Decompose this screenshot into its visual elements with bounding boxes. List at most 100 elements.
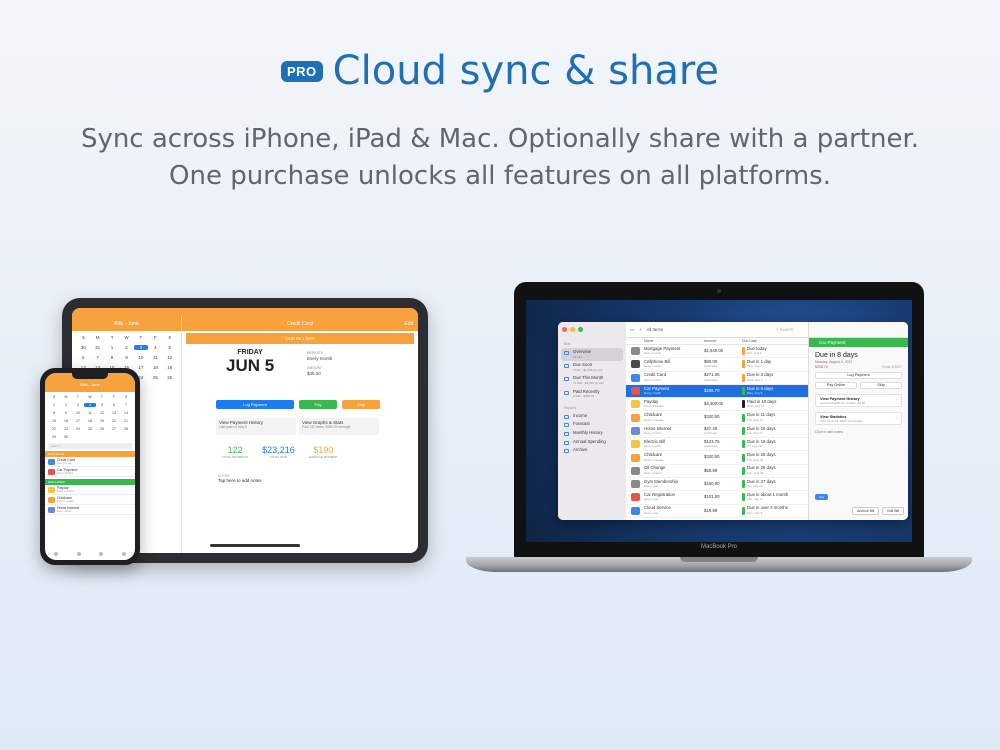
tab-icon[interactable] (54, 552, 59, 556)
tab-icon[interactable] (121, 552, 126, 556)
calendar-day[interactable]: 25 (148, 375, 162, 380)
calendar-day[interactable]: 29 (48, 435, 60, 439)
calendar-day[interactable]: 6 (108, 403, 120, 407)
add-icon[interactable]: + (639, 327, 642, 332)
calendar-day[interactable]: 9 (60, 411, 72, 415)
sidebar-toggle-icon[interactable]: ▭ (630, 327, 634, 333)
calendar-day[interactable]: 5 (96, 403, 108, 407)
minimize-window-button[interactable] (570, 327, 575, 332)
table-row[interactable]: Home Internet Every month $47.49 (estimate)… (626, 425, 808, 439)
calendar-day[interactable]: 13 (108, 411, 120, 415)
sidebar-item-monthly-history[interactable]: Monthly History (558, 429, 626, 438)
ipad-notes[interactable]: NOTES Tap here to add notes (218, 474, 262, 483)
calendar-day[interactable]: 12 (96, 411, 108, 415)
calendar-day[interactable]: 16 (60, 419, 72, 423)
sidebar-item-paid-recently[interactable]: Paid Recently 2 bills · $358.04 (558, 388, 626, 401)
calendar-day[interactable]: 30 (76, 345, 90, 350)
calendar-day[interactable]: 14 (120, 411, 132, 415)
calendar-day[interactable]: 22 (48, 427, 60, 431)
calendar-day[interactable]: 3 (72, 403, 84, 407)
calendar-day[interactable]: 11 (148, 355, 162, 360)
table-row[interactable]: Cellphone Bill Every month $80.00 (estimate… (626, 358, 808, 372)
calendar-day[interactable]: 31 (90, 345, 104, 350)
table-row[interactable]: Cloud Service Every year $19.99 Due in over… (626, 505, 808, 518)
pay-online-button[interactable]: Pay Online (815, 382, 857, 389)
calendar-day[interactable]: 26 (163, 375, 177, 380)
calendar-day[interactable]: 15 (48, 419, 60, 423)
table-row[interactable]: Childcare Every 2 weeks $320.00 Due in 11 d… (626, 411, 808, 425)
ipad-graphs-card[interactable]: View Graphs & Stats Paid 122 times, $190… (299, 418, 379, 435)
sidebar-item-forecast[interactable]: Forecast (558, 420, 626, 429)
calendar-day[interactable]: 4 (84, 403, 96, 407)
table-row[interactable]: Car Payment Every month $208.70 Due in 8 da… (626, 384, 808, 399)
calendar-day[interactable]: 26 (96, 427, 108, 431)
list-item[interactable]: Credit Card Due in 1 day (45, 457, 135, 467)
sidebar-item-archive[interactable]: Archive (558, 446, 626, 455)
calendar-day[interactable]: 18 (148, 365, 162, 370)
table-row[interactable]: Car Registration Every year $101.00 Due in … (626, 491, 808, 505)
tab-icon[interactable] (99, 552, 104, 556)
ipad-edit-button[interactable]: Edit (404, 317, 413, 331)
calendar-day[interactable]: 3 (133, 345, 149, 350)
calendar-day[interactable]: 25 (84, 427, 96, 431)
calendar-day[interactable]: 2 (119, 345, 133, 350)
column-name[interactable]: Name (644, 339, 704, 343)
calendar-day[interactable]: 19 (96, 419, 108, 423)
sidebar-item-income[interactable]: Income (558, 412, 626, 421)
calendar-day[interactable]: 4 (148, 345, 162, 350)
calendar-day[interactable]: 21 (120, 419, 132, 423)
calendar-day[interactable]: 17 (72, 419, 84, 423)
calendar-day[interactable]: 27 (108, 427, 120, 431)
list-item[interactable]: Home Internet Every month (45, 505, 135, 515)
list-item[interactable]: Childcare Every 2 weeks (45, 495, 135, 505)
sidebar-item-annual-spending[interactable]: Annual Spending (558, 438, 626, 447)
calendar-day[interactable]: 8 (105, 355, 119, 360)
calendar-day[interactable]: 7 (120, 403, 132, 407)
calendar-day[interactable]: 1 (48, 403, 60, 407)
filter-dropdown[interactable]: All Items (647, 327, 663, 332)
calendar-day[interactable]: 5 (163, 345, 177, 350)
mac-search-input[interactable]: ⌕ Search (776, 327, 793, 332)
skip-button[interactable]: Skip (860, 382, 902, 389)
close-window-button[interactable] (562, 327, 567, 332)
tab-icon[interactable] (76, 552, 81, 556)
calendar-day[interactable]: 2 (60, 403, 72, 407)
calendar-day[interactable]: 11 (84, 411, 96, 415)
edit-bill-button[interactable]: Edit Bill (882, 507, 904, 515)
ipad-payment-history-card[interactable]: View Payment History Last paid on May 6 (216, 418, 296, 435)
calendar-day[interactable]: 23 (60, 427, 72, 431)
list-item[interactable]: Car Payment Due in 8 days (45, 467, 135, 477)
detail-notes[interactable]: Click to add notes (809, 425, 908, 439)
calendar-day[interactable]: 28 (120, 427, 132, 431)
table-row[interactable]: Payday Every 2 weeks $4,300.00 Paid in 10 d… (626, 398, 808, 412)
calendar-day[interactable]: 10 (134, 355, 148, 360)
calendar-day[interactable]: 18 (84, 419, 96, 423)
calendar-day[interactable]: 9 (119, 355, 133, 360)
calendar-day[interactable]: 1 (105, 345, 119, 350)
ipad-skip-button[interactable]: Skip (342, 400, 380, 409)
column-due[interactable]: Due Date (742, 339, 804, 343)
table-row[interactable]: Oil Change Every quarter $59.99 Due in 28 d… (626, 465, 808, 478)
detail-tag[interactable]: Car (815, 494, 828, 500)
ipad-log-payment-button[interactable]: Log Payment (216, 400, 294, 409)
calendar-day[interactable]: 17 (134, 365, 148, 370)
column-amount[interactable]: Amount (704, 339, 742, 343)
sidebar-item-due-soon[interactable]: Due Soon 3 bills · $1,066 (in est) (558, 361, 626, 374)
archive-bill-button[interactable]: Archive Bill (852, 507, 880, 515)
table-row[interactable]: Mortgage Payment Every month $1,640.00 Due … (626, 345, 808, 359)
table-row[interactable]: Gym Membership Every year $150.00 Due in 27… (626, 478, 808, 492)
calendar-day[interactable]: 12 (163, 355, 177, 360)
iphone-calendar-grid[interactable]: S M T W T F S 1 2 3 4 5 6 7 8 9 10 11 12 13 14 15 16 17 18 19 20 21… (45, 392, 135, 439)
sidebar-item-due-this-month[interactable]: Due This Month 11 bills · $3,236 (in est) (558, 374, 626, 387)
calendar-day[interactable]: 20 (108, 419, 120, 423)
statistics-card[interactable]: View Statistics Paid 23 times, $208.70 a… (815, 412, 902, 425)
sidebar-item-overview[interactable]: Overview 14 bills (561, 348, 623, 362)
calendar-day[interactable]: 19 (163, 365, 177, 370)
calendar-day[interactable]: 8 (48, 411, 60, 415)
ipad-pay-button[interactable]: Pay (299, 400, 337, 409)
calendar-day[interactable]: 7 (90, 355, 104, 360)
list-item[interactable]: Payday Every 2 weeks (45, 485, 135, 495)
calendar-day[interactable]: 24 (72, 427, 84, 431)
log-payment-button[interactable]: Log Payment (815, 372, 902, 379)
calendar-day[interactable]: 6 (76, 355, 90, 360)
